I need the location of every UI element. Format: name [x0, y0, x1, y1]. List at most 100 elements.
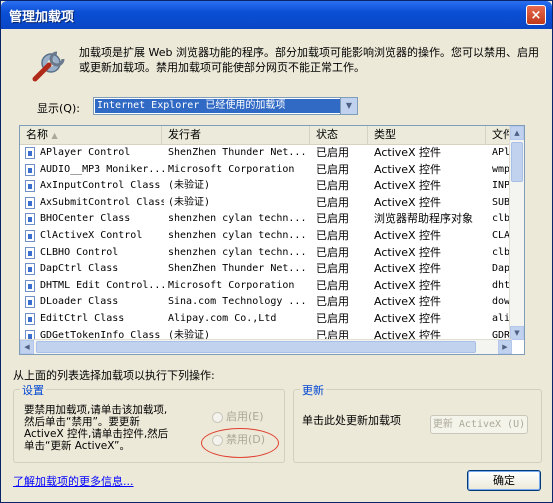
- horizontal-scrollbar[interactable]: ◀ ▶: [20, 339, 512, 354]
- cell-name: ClActiveX Control: [40, 229, 143, 241]
- manage-addons-window: 管理加载项 × 加载项是扩展 Web 浏览器功能的程序。部分加载项可能影响浏览器…: [0, 0, 553, 503]
- cell-type: ActiveX 控件: [374, 179, 442, 193]
- cell-name: DLoader Class: [40, 296, 119, 308]
- addon-icon: [25, 147, 35, 159]
- cell-status: 已启用: [316, 146, 349, 159]
- cell-publisher: (未验证): [168, 180, 211, 192]
- cell-status: 已启用: [316, 311, 349, 325]
- cell-name: DHTML Edit Control...: [40, 279, 164, 291]
- addon-icon: [25, 296, 35, 309]
- cell-publisher: shenzhen cylan techn...: [168, 229, 307, 241]
- cell-publisher: Microsoft Corporation: [168, 163, 295, 175]
- highlight-ellipse: [201, 428, 279, 458]
- table-row[interactable]: DLoader Class Sina.com Technology ... 已启用 A…: [20, 294, 512, 311]
- cell-publisher: Alipay.com Co.,Ltd: [168, 312, 277, 324]
- cell-status: 已启用: [316, 162, 349, 176]
- table-row[interactable]: DHTML Edit Control... Microsoft Corporati…: [20, 278, 512, 295]
- cell-publisher: shenzhen cylan techn...: [168, 213, 307, 225]
- column-publisher[interactable]: 发行者: [162, 126, 310, 144]
- cell-type: ActiveX 控件: [374, 295, 442, 309]
- addon-icon: [25, 312, 35, 325]
- column-status[interactable]: 状态: [310, 126, 368, 144]
- update-text: 单击此处更新加载项: [302, 414, 401, 427]
- cell-name: AxInputControl Class: [40, 180, 161, 192]
- cell-status: 已启用: [316, 262, 349, 276]
- sort-asc-icon: ▲: [51, 131, 58, 140]
- update-group: 更新 单击此处更新加载项 更新 ActiveX (U): [293, 382, 542, 463]
- addon-icon: [25, 163, 35, 176]
- show-dropdown-value: Internet Explorer 已经使用的加载项: [95, 99, 340, 113]
- cell-type: ActiveX 控件: [374, 195, 442, 209]
- cell-status: 已启用: [316, 179, 349, 193]
- cell-type: ActiveX 控件: [374, 245, 442, 259]
- cell-name: CLBHO Control: [40, 246, 119, 258]
- settings-instructions: 要禁用加载项,请单击该加载项,然后单击“禁用”。要更新 ActiveX 控件,请…: [24, 404, 169, 452]
- table-row[interactable]: APlayer Control ShenZhen Thunder Net... 已启…: [20, 145, 512, 162]
- show-dropdown[interactable]: Internet Explorer 已经使用的加载项 ▼: [93, 97, 358, 115]
- column-type[interactable]: 类型: [368, 126, 486, 144]
- list-rows: APlayer Control ShenZhen Thunder Net... 已启…: [20, 145, 512, 341]
- table-row[interactable]: BHOCenter Class shenzhen cylan techn... 已启…: [20, 211, 512, 228]
- cell-status: 已启用: [316, 278, 349, 292]
- table-row[interactable]: CLBHO Control shenzhen cylan techn... 已启用 A…: [20, 245, 512, 262]
- cell-status: 已启用: [316, 245, 349, 259]
- vertical-scrollbar[interactable]: ▲ ▼: [509, 126, 524, 340]
- cell-publisher: (未验证): [168, 196, 211, 208]
- settings-group: 设置 要禁用加载项,请单击该加载项,然后单击“禁用”。要更新 ActiveX 控…: [13, 382, 285, 463]
- cell-status: 已启用: [316, 195, 349, 209]
- scroll-left-icon[interactable]: ◀: [20, 340, 34, 354]
- actions-label: 从上面的列表选择加载项以执行下列操作:: [13, 369, 215, 382]
- table-row[interactable]: ClActiveX Control shenzhen cylan techn...…: [20, 228, 512, 245]
- addon-icon: [25, 246, 35, 259]
- radio-circle-icon: [212, 411, 223, 423]
- cell-status: 已启用: [316, 228, 349, 242]
- settings-title: 设置: [20, 382, 46, 398]
- scroll-up-icon[interactable]: ▲: [510, 126, 524, 140]
- cell-name: BHOCenter Class: [40, 213, 131, 225]
- table-row[interactable]: AUDIO__MP3 Moniker... Microsoft Corporati…: [20, 162, 512, 179]
- cell-name: APlayer Control: [40, 147, 131, 158]
- addons-list[interactable]: 名称 ▲ 发行者 状态 类型 文件 APlayer Control ShenZhe…: [19, 125, 525, 355]
- cell-name: AUDIO__MP3 Moniker...: [40, 163, 164, 175]
- table-row[interactable]: AxSubmitControl Class (未验证) 已启用 ActiveX 控件 S…: [20, 195, 512, 212]
- cell-status: 已启用: [316, 295, 349, 309]
- chevron-down-icon[interactable]: ▼: [340, 98, 357, 114]
- addon-icon: [25, 196, 35, 209]
- enable-radio[interactable]: 启用(E): [212, 408, 264, 424]
- table-row[interactable]: EditCtrl Class Alipay.com Co.,Ltd 已启用 Activ…: [20, 311, 512, 328]
- cell-name: AxSubmitControl Class: [40, 196, 164, 208]
- cell-type: ActiveX 控件: [374, 278, 442, 292]
- addon-icon: [25, 213, 35, 226]
- table-row[interactable]: DapCtrl Class ShenZhen Thunder Net... 已启用 A…: [20, 261, 512, 278]
- cell-publisher: Microsoft Corporation: [168, 279, 295, 291]
- column-name[interactable]: 名称 ▲: [20, 126, 162, 144]
- scroll-thumb-vertical[interactable]: [511, 142, 523, 182]
- cell-name: EditCtrl Class: [40, 312, 125, 324]
- update-title: 更新: [300, 382, 326, 398]
- cell-type: ActiveX 控件: [374, 162, 442, 176]
- scroll-down-icon[interactable]: ▼: [510, 326, 524, 340]
- list-header: 名称 ▲ 发行者 状态 类型 文件: [20, 126, 514, 145]
- ok-button[interactable]: 确定: [467, 470, 541, 491]
- wrench-gear-icon: [32, 51, 65, 82]
- scroll-right-icon[interactable]: ▶: [498, 340, 512, 354]
- addon-icon: [25, 279, 35, 292]
- cell-publisher: Sina.com Technology ...: [168, 296, 307, 308]
- cell-status: 已启用: [316, 212, 349, 226]
- window-title: 管理加载项: [9, 10, 75, 25]
- close-button[interactable]: ×: [526, 5, 546, 25]
- title-bar[interactable]: 管理加载项 ×: [1, 1, 552, 29]
- update-activex-button[interactable]: 更新 ActiveX (U): [430, 415, 528, 434]
- addon-icon: [25, 229, 35, 242]
- cell-publisher: ShenZhen Thunder Net...: [168, 263, 307, 275]
- scroll-thumb-horizontal[interactable]: [36, 341, 476, 353]
- show-label: 显示(Q):: [37, 102, 80, 115]
- description-text: 加载项是扩展 Web 浏览器功能的程序。部分加载项可能影响浏览器的操作。您可以禁…: [79, 46, 539, 74]
- cell-type: ActiveX 控件: [374, 146, 442, 159]
- table-row[interactable]: AxInputControl Class (未验证) 已启用 ActiveX 控件 IN…: [20, 178, 512, 195]
- addon-icon: [25, 263, 35, 276]
- cell-name: DapCtrl Class: [40, 263, 119, 275]
- learn-more-link[interactable]: 了解加载项的更多信息...: [13, 473, 134, 489]
- cell-type: ActiveX 控件: [374, 262, 442, 276]
- cell-publisher: ShenZhen Thunder Net...: [168, 147, 307, 158]
